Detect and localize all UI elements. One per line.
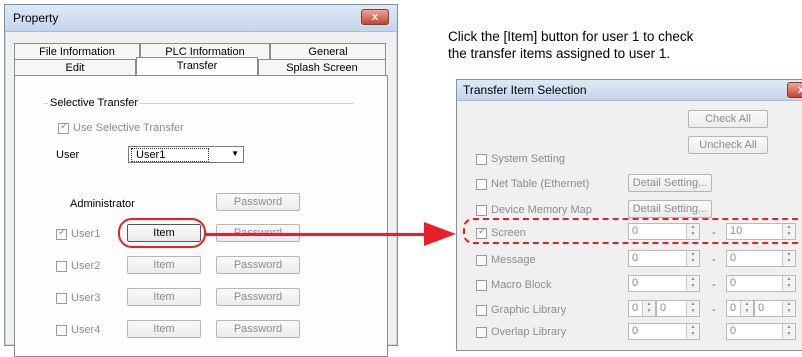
user4-label: User4 xyxy=(71,324,101,336)
callout-arrow-head-icon xyxy=(424,222,456,246)
graphic-library-from2-stepper[interactable]: 0 ▲ ▼ xyxy=(656,300,700,317)
user2-checkbox[interactable] xyxy=(56,261,67,272)
graphic-library-to-stepper[interactable]: 0 ▲ ▼ xyxy=(726,300,754,317)
transfer-tab-panel xyxy=(14,75,388,357)
graphic-library-to2-value: 0 xyxy=(758,302,765,314)
use-selective-transfer-checkbox[interactable] xyxy=(58,121,69,134)
user1-label: User1 xyxy=(71,228,101,240)
transfer-item-close-button[interactable]: x xyxy=(787,82,802,98)
graphic-library-range-separator: - xyxy=(712,304,716,316)
spin-arrows-icon[interactable]: ▲ ▼ xyxy=(782,301,795,316)
instruction-note: Click the [Item] button for user 1 to ch… xyxy=(448,28,802,62)
uncheck-all-button[interactable]: Uncheck All xyxy=(688,136,768,154)
spin-arrows-icon[interactable]: ▲ ▼ xyxy=(642,301,655,316)
tab-transfer[interactable]: Transfer xyxy=(136,57,258,75)
chevron-down-icon: ▼ xyxy=(231,149,239,158)
macro-block-label: Macro Block xyxy=(491,279,552,291)
message-from-value: 0 xyxy=(632,252,639,264)
callout-arrow-line xyxy=(206,233,428,236)
transfer-item-title-bar: Transfer Item Selection x xyxy=(457,80,802,101)
overlap-library-from-value: 0 xyxy=(632,325,639,337)
overlap-library-to-value: 0 xyxy=(730,325,737,337)
overlap-library-to-stepper[interactable]: 0 ▲ ▼ xyxy=(726,323,796,340)
check-all-button[interactable]: Check All xyxy=(688,110,768,128)
graphic-library-label: Graphic Library xyxy=(491,304,567,316)
message-checkbox[interactable] xyxy=(476,255,487,266)
user1-checkbox[interactable] xyxy=(56,227,67,240)
macro-block-to-value: 0 xyxy=(730,277,737,289)
net-table-checkbox[interactable] xyxy=(476,179,487,190)
tab-splash-screen[interactable]: Splash Screen xyxy=(258,59,386,75)
overlap-library-from-stepper[interactable]: 0 ▲ ▼ xyxy=(628,323,700,340)
spin-arrows-icon[interactable]: ▲ ▼ xyxy=(686,301,699,316)
spin-arrows-icon[interactable]: ▲ ▼ xyxy=(686,324,699,339)
spin-arrows-icon[interactable]: ▲ ▼ xyxy=(782,276,795,291)
user3-label: User3 xyxy=(71,292,101,304)
spin-arrows-icon[interactable]: ▲ ▼ xyxy=(686,251,699,266)
user2-password-button[interactable]: Password xyxy=(216,256,300,274)
instruction-line-1: Click the [Item] button for user 1 to ch… xyxy=(448,29,694,44)
user4-password-button[interactable]: Password xyxy=(216,320,300,338)
property-title-bar: Property x xyxy=(5,5,397,32)
graphic-library-from2-value: 0 xyxy=(660,302,667,314)
user4-item-button[interactable]: Item xyxy=(127,320,201,338)
user2-label: User2 xyxy=(71,260,101,272)
message-to-value: 0 xyxy=(730,252,737,264)
macro-block-to-stepper[interactable]: 0 ▲ ▼ xyxy=(726,275,796,292)
tab-general[interactable]: General xyxy=(270,43,386,59)
message-label: Message xyxy=(491,254,536,266)
spin-arrows-icon[interactable]: ▲ ▼ xyxy=(686,276,699,291)
instruction-line-2: the transfer items assigned to user 1. xyxy=(448,46,671,61)
spin-arrows-icon[interactable]: ▲ ▼ xyxy=(782,251,795,266)
graphic-library-checkbox[interactable] xyxy=(476,305,487,316)
spin-arrows-icon[interactable]: ▲ ▼ xyxy=(782,324,795,339)
overlap-library-checkbox[interactable] xyxy=(476,327,487,338)
user2-item-button[interactable]: Item xyxy=(127,256,201,274)
system-setting-label: System Setting xyxy=(491,153,565,165)
user3-checkbox[interactable] xyxy=(56,293,67,304)
use-selective-transfer-label: Use Selective Transfer xyxy=(73,122,184,134)
device-memory-map-checkbox[interactable] xyxy=(476,205,487,216)
screen-row-highlight xyxy=(463,218,802,244)
graphic-library-to-value: 0 xyxy=(730,302,737,314)
message-from-stepper[interactable]: 0 ▲ ▼ xyxy=(628,250,700,267)
user3-item-button[interactable]: Item xyxy=(127,288,201,306)
tab-edit[interactable]: Edit xyxy=(14,59,136,75)
selective-transfer-group-title: Selective Transfer xyxy=(48,97,141,109)
property-title: Property xyxy=(13,11,59,25)
macro-block-from-stepper[interactable]: 0 ▲ ▼ xyxy=(628,275,700,292)
message-range-separator: - xyxy=(712,254,716,266)
spin-arrows-icon[interactable]: ▲ ▼ xyxy=(740,301,753,316)
graphic-library-from-stepper[interactable]: 0 ▲ ▼ xyxy=(628,300,656,317)
net-table-detail-button[interactable]: Detail Setting... xyxy=(628,174,712,192)
graphic-library-to2-stepper[interactable]: 0 ▲ ▼ xyxy=(754,300,796,317)
overlap-library-label: Overlap Library xyxy=(491,326,567,338)
item-button-highlight xyxy=(118,218,206,248)
user3-password-button[interactable]: Password xyxy=(216,288,300,306)
graphic-library-from-value: 0 xyxy=(632,302,639,314)
message-to-stepper[interactable]: 0 ▲ ▼ xyxy=(726,250,796,267)
device-memory-map-detail-button[interactable]: Detail Setting... xyxy=(628,200,712,218)
property-close-button[interactable]: x xyxy=(361,9,389,25)
transfer-item-title: Transfer Item Selection xyxy=(463,83,587,97)
macro-block-from-value: 0 xyxy=(632,277,639,289)
net-table-label: Net Table (Ethernet) xyxy=(491,178,590,190)
user-select-value: User1 xyxy=(131,148,209,162)
user-label: User xyxy=(56,149,80,161)
tab-file-information[interactable]: File Information xyxy=(14,43,140,59)
macro-block-range-separator: - xyxy=(712,279,716,291)
macro-block-checkbox[interactable] xyxy=(476,280,487,291)
device-memory-map-label: Device Memory Map xyxy=(491,204,592,216)
administrator-password-button[interactable]: Password xyxy=(216,193,300,211)
user-select[interactable]: User1 ▼ xyxy=(128,146,244,163)
administrator-label: Administrator xyxy=(70,198,135,210)
system-setting-checkbox[interactable] xyxy=(476,154,487,165)
